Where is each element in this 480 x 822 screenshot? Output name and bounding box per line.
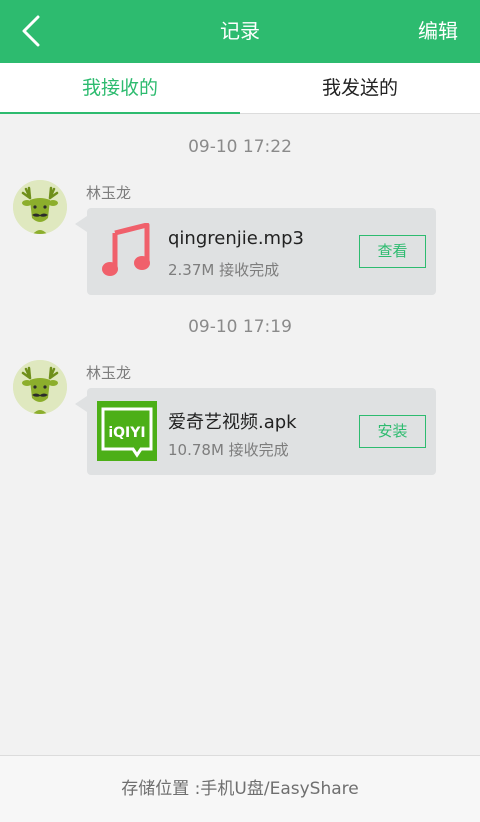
- deer-avatar-icon[interactable]: [13, 180, 67, 234]
- deer-avatar-icon[interactable]: [13, 360, 67, 414]
- file-name: qingrenjie.mp3: [168, 228, 304, 249]
- music-note-icon: [97, 221, 157, 281]
- file-name: 爱奇艺视频.apk: [168, 412, 297, 433]
- iqiyi-app-icon: iQIYI: [97, 401, 157, 461]
- sender-name: 林玉龙: [86, 364, 132, 382]
- top-bar: 记录 编辑: [0, 0, 480, 63]
- file-card[interactable]: qingrenjie.mp3 2.37M 接收完成 查看: [75, 208, 436, 295]
- file-status: 10.78M 接收完成: [168, 441, 289, 459]
- record-timestamp: 09-10 17:22: [188, 137, 292, 157]
- sender-name: 林玉龙: [86, 184, 132, 202]
- tab-received[interactable]: 我接收的: [0, 63, 240, 114]
- svg-text:iQIYI: iQIYI: [108, 425, 145, 441]
- install-button[interactable]: 安装: [359, 415, 426, 448]
- edit-button[interactable]: 编辑: [418, 0, 458, 63]
- file-card[interactable]: iQIYI 爱奇艺视频.apk 10.78M 接收完成 安装: [75, 388, 436, 475]
- tab-bar: 我接收的 我发送的: [0, 63, 480, 114]
- record-timestamp: 09-10 17:19: [188, 317, 292, 337]
- file-status: 2.37M 接收完成: [168, 261, 280, 279]
- page-title: 记录: [220, 19, 260, 43]
- view-button[interactable]: 查看: [359, 235, 426, 268]
- tab-sent[interactable]: 我发送的: [240, 63, 480, 113]
- storage-location: 存储位置 :手机U盘/EasyShare: [0, 755, 480, 822]
